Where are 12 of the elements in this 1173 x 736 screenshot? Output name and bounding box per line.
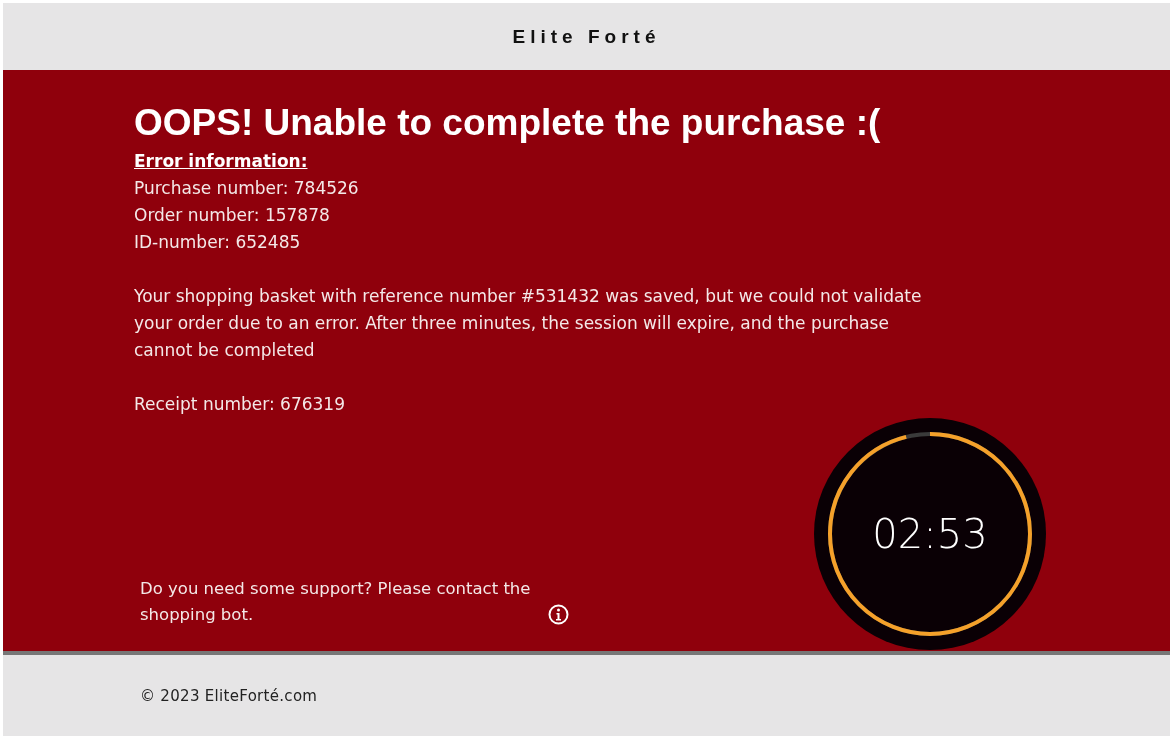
receipt-number: Receipt number: 676319 bbox=[134, 393, 345, 416]
timer-time: 02:53 bbox=[872, 511, 988, 557]
error-message: Your shopping basket with reference number #531432 was saved, but we could not validate your order due to an error. After three minutes, the session will expire, and the purchase cannot be completed bbox=[134, 285, 923, 362]
error-info-heading: Error information: bbox=[134, 150, 308, 173]
copyright-text: © 2023 EliteForté.com bbox=[140, 686, 318, 705]
brand-name[interactable]: Elite Forté bbox=[512, 25, 661, 48]
info-line: ID-number: 652485 bbox=[134, 231, 301, 254]
info-line: Order number: 157878 bbox=[134, 204, 330, 227]
info-icon[interactable] bbox=[548, 604, 569, 625]
info-line: Purchase number: 784526 bbox=[134, 177, 359, 200]
error-title: OOPS! Unable to complete the purchase :( bbox=[134, 102, 882, 144]
support-message: Do you need some support? Please contact the shopping bot. bbox=[140, 578, 532, 626]
